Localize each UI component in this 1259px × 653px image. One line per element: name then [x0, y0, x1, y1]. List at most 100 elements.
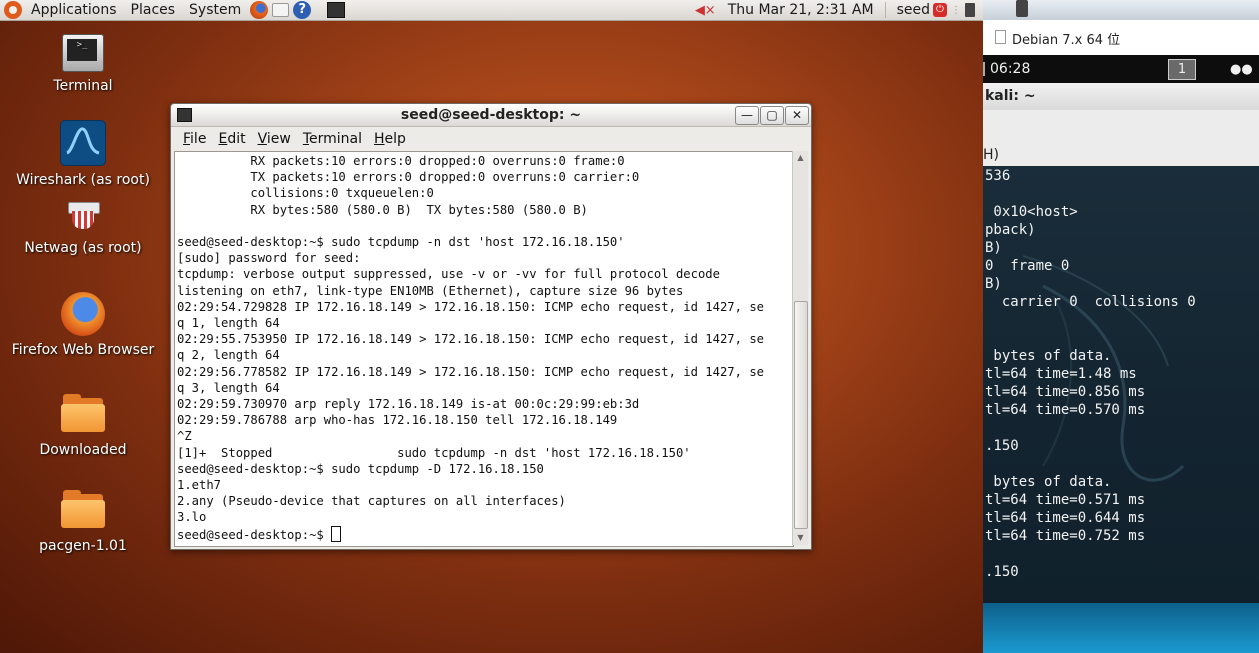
terminal-line: RX bytes:580 (580.0 B) TX bytes:580 (580… — [177, 202, 588, 217]
kali-terminal-line — [985, 419, 1259, 437]
desktop-icon-label: Downloaded — [39, 442, 127, 458]
folder-icon — [61, 392, 105, 436]
menu-places[interactable]: Places — [124, 0, 183, 20]
kali-terminal-line: pback) — [985, 222, 1036, 238]
menu-applications[interactable]: Applications — [24, 0, 124, 20]
show-desktop-icon[interactable] — [327, 2, 346, 18]
panel-separator — [884, 2, 886, 18]
kali-terminal-line: tl=64 time=0.644 ms — [985, 510, 1146, 526]
desktop-icon-label: Terminal — [53, 78, 113, 94]
netwag-icon — [66, 200, 100, 234]
kali-terminal-line: B) — [985, 240, 1002, 256]
terminal-line: q 2, length 64 — [177, 348, 280, 363]
vm-host-strip — [983, 0, 1259, 20]
menu-view[interactable]: View — [252, 131, 297, 147]
menu-edit[interactable]: Edit — [212, 131, 251, 147]
maximize-button[interactable]: ▢ — [760, 106, 784, 125]
terminal-line: 02:29:55.753950 IP 172.16.18.149 > 172.1… — [177, 332, 764, 347]
firefox-launcher-icon[interactable] — [250, 1, 269, 19]
ubuntu-vm-screen: Applications Places System ? ◀× Thu Mar … — [0, 0, 983, 653]
terminal-line: listening on eth7, link-type EN10MB (Eth… — [177, 283, 684, 298]
terminal-cursor — [331, 525, 342, 542]
users-icon[interactable]: ●● — [1230, 62, 1253, 77]
terminal-line: tcpdump: verbose output suppressed, use … — [177, 267, 720, 282]
scroll-down-arrow-icon[interactable]: ▼ — [793, 531, 808, 545]
terminal-line: RX packets:10 errors:0 dropped:0 overrun… — [177, 154, 625, 168]
kali-clock-edge — [983, 62, 985, 76]
kali-terminal-line — [985, 185, 1259, 203]
kali-terminal-line: .150 — [985, 564, 1019, 580]
desktop-icon-firefox[interactable]: Firefox Web Browser — [1, 292, 165, 358]
panel-user[interactable]: seed — [890, 0, 933, 20]
kali-terminal-line: .150 — [985, 438, 1019, 454]
kali-desktop-bottom — [983, 603, 1259, 653]
kali-terminal-line: 536 — [985, 168, 1011, 184]
desktop-icon-netwag[interactable]: Netwag (as root) — [1, 200, 165, 256]
kali-terminal-titlebar[interactable]: kali: ~ — [983, 83, 1259, 111]
menu-terminal[interactable]: Terminal — [297, 131, 368, 147]
kali-terminal-line — [985, 455, 1259, 473]
kali-menu-help[interactable]: H) — [983, 147, 999, 163]
terminal-line: [1]+ Stopped sudo tcpdump -n dst 'host 1… — [177, 445, 691, 460]
close-button[interactable]: ✕ — [785, 106, 809, 125]
power-icon[interactable]: ⏻ — [933, 3, 947, 17]
wireshark-icon — [60, 120, 106, 166]
terminal-prompt: seed@seed-desktop:~$ — [177, 527, 332, 542]
scroll-up-arrow-icon[interactable]: ▲ — [793, 151, 808, 165]
desktop-icon-wireshark[interactable]: Wireshark (as root) — [1, 120, 165, 188]
vm-tab-icon — [995, 30, 1006, 44]
terminal-scrollbar[interactable]: ▲ ▼ — [792, 151, 808, 545]
terminal-line: seed@seed-desktop:~$ sudo tcpdump -D 172… — [177, 461, 544, 476]
terminal-prompt-line: seed@seed-desktop:~$ — [177, 525, 793, 543]
terminal-output[interactable]: RX packets:10 errors:0 dropped:0 overrun… — [174, 151, 794, 547]
menu-help[interactable]: Help — [368, 131, 412, 147]
kali-terminal-line: bytes of data. — [985, 474, 1112, 490]
desktop-icon-pacgen[interactable]: pacgen-1.01 — [1, 488, 165, 554]
terminal-line: seed@seed-desktop:~$ sudo tcpdump -n dst… — [177, 235, 625, 250]
firefox-icon — [61, 292, 105, 336]
panel-handle-icon: ⋮ — [951, 4, 961, 16]
terminal-line: q 3, length 64 — [177, 380, 280, 395]
terminal-line: q 1, length 64 — [177, 316, 280, 331]
vm-tab-label[interactable]: Debian 7.x 64 位 — [1012, 29, 1120, 48]
kali-top-bar: 06:28 1 ●● — [983, 55, 1259, 83]
kali-terminal-line: 0 frame 0 — [985, 258, 1070, 274]
terminal-line: TX packets:10 errors:0 dropped:0 overrun… — [177, 170, 640, 185]
minimize-button[interactable]: — — [735, 106, 759, 125]
scrollbar-thumb[interactable] — [794, 301, 808, 529]
terminal-title: seed@seed-desktop: ~ — [400, 107, 582, 123]
kali-terminal-line — [985, 545, 1259, 563]
desktop-icon-terminal[interactable]: >_ Terminal — [1, 34, 165, 94]
desktop-icon-downloaded[interactable]: Downloaded — [1, 392, 165, 458]
panel-clock[interactable]: Thu Mar 21, 2:31 AM — [721, 0, 881, 20]
terminal-line: 02:29:59.730970 arp reply 172.16.18.149 … — [177, 397, 640, 412]
terminal-line: 02:29:54.729828 IP 172.16.18.149 > 172.1… — [177, 299, 764, 314]
desktop-icon-label: Netwag (as root) — [24, 240, 142, 256]
menu-system[interactable]: System — [182, 0, 248, 20]
terminal-line: ^Z — [177, 429, 192, 444]
terminal-window[interactable]: seed@seed-desktop: ~ — ▢ ✕ File Edit Vie… — [170, 103, 812, 550]
kali-terminal-line: tl=64 time=0.752 ms — [985, 528, 1146, 544]
kali-terminal-line: bytes of data. — [985, 348, 1112, 364]
kali-vm-screen: Debian 7.x 64 位 06:28 1 ●● kali: ~ H) 53… — [983, 0, 1259, 653]
workspace-indicator[interactable]: 1 — [1168, 59, 1196, 80]
desktop-icon-label: pacgen-1.01 — [39, 538, 127, 554]
menu-file[interactable]: File — [177, 131, 212, 147]
kali-terminal-line: tl=64 time=0.856 ms — [985, 384, 1146, 400]
terminal-titlebar[interactable]: seed@seed-desktop: ~ — ▢ ✕ — [171, 104, 811, 127]
volume-muted-icon[interactable]: ◀× — [695, 3, 716, 18]
trash-panel-icon[interactable] — [965, 3, 975, 17]
terminal-line: 02:29:59.786788 arp who-has 172.16.18.15… — [177, 413, 618, 428]
ubuntu-logo-icon[interactable] — [4, 1, 22, 19]
kali-terminal-menubar: H) — [983, 110, 1259, 166]
kali-terminal-title: kali: ~ — [985, 88, 1036, 104]
terminal-line: 02:29:56.778582 IP 172.16.18.149 > 172.1… — [177, 364, 764, 379]
terminal-line: [sudo] password for seed: — [177, 251, 361, 266]
mail-launcher-icon[interactable] — [272, 3, 290, 17]
terminal-line: 3.lo — [177, 510, 207, 525]
help-launcher-icon[interactable]: ? — [293, 1, 312, 19]
kali-terminal-output[interactable]: 536 0x10<host> pback) B) 0 frame 0 B) carrie… — [983, 166, 1259, 603]
kali-terminal-line — [985, 329, 1259, 347]
kali-terminal-line: tl=64 time=0.570 ms — [985, 402, 1146, 418]
